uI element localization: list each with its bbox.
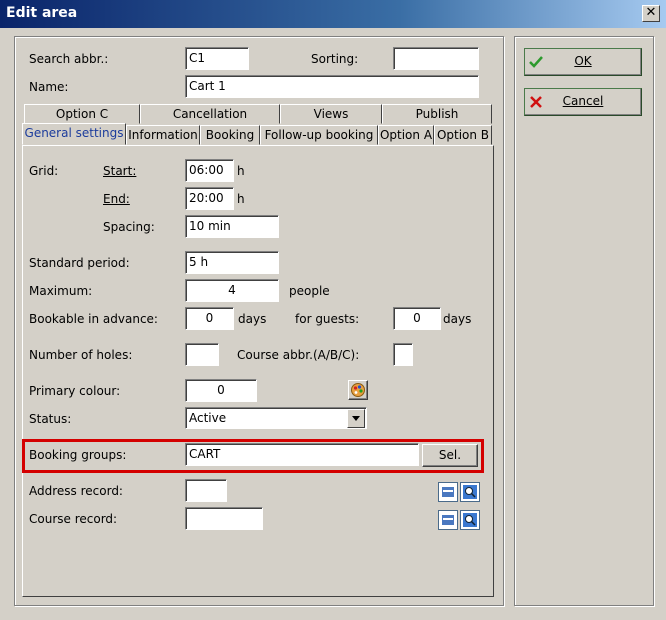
x-icon bbox=[530, 96, 542, 108]
guests-label: for guests: bbox=[295, 312, 360, 326]
address-search-button[interactable] bbox=[460, 482, 480, 502]
end-input[interactable]: 20:00 bbox=[185, 187, 234, 210]
tab-information[interactable]: Information bbox=[126, 125, 200, 145]
sorting-label: Sorting: bbox=[311, 52, 359, 66]
ok-button[interactable]: OK bbox=[524, 48, 642, 76]
standard-period-label: Standard period: bbox=[29, 256, 130, 270]
cancel-button[interactable]: Cancel bbox=[524, 88, 642, 116]
spacing-input[interactable]: 10 min bbox=[185, 215, 279, 238]
spacing-label: Spacing: bbox=[103, 220, 155, 234]
holes-input[interactable] bbox=[185, 343, 219, 366]
palette-icon bbox=[351, 383, 365, 397]
course-abbr-label: Course abbr.(A/B/C): bbox=[237, 348, 360, 362]
bookable-unit: days bbox=[238, 312, 267, 326]
address-record-input[interactable] bbox=[185, 479, 227, 502]
guests-input[interactable]: 0 bbox=[393, 307, 441, 330]
tab-publish[interactable]: Publish bbox=[382, 104, 492, 124]
holes-label: Number of holes: bbox=[29, 348, 133, 362]
close-button[interactable]: ✕ bbox=[642, 5, 660, 22]
address-edit-button[interactable] bbox=[438, 482, 458, 502]
course-record-input[interactable] bbox=[185, 507, 263, 530]
maximum-unit: people bbox=[289, 284, 330, 298]
status-select[interactable]: Active bbox=[185, 407, 367, 429]
sorting-input[interactable] bbox=[393, 47, 479, 70]
search-abbr-input[interactable]: C1 bbox=[185, 47, 249, 70]
search-icon bbox=[463, 513, 477, 527]
tab-cancellation[interactable]: Cancellation bbox=[140, 104, 280, 124]
bookable-label: Bookable in advance: bbox=[29, 312, 158, 326]
guests-unit: days bbox=[443, 312, 472, 326]
primary-colour-input[interactable]: 0 bbox=[185, 379, 257, 402]
tab-general-settings[interactable]: General settings bbox=[22, 123, 126, 145]
booking-groups-label: Booking groups: bbox=[29, 448, 127, 462]
standard-period-input[interactable]: 5 h bbox=[185, 251, 279, 274]
course-edit-button[interactable] bbox=[438, 510, 458, 530]
course-search-button[interactable] bbox=[460, 510, 480, 530]
actions-panel bbox=[514, 36, 654, 606]
course-abbr-input[interactable] bbox=[393, 343, 413, 366]
tab-views[interactable]: Views bbox=[280, 104, 382, 124]
colour-picker-button[interactable] bbox=[348, 380, 368, 400]
search-icon bbox=[463, 485, 477, 499]
tab-follow-up-booking[interactable]: Follow-up booking bbox=[260, 125, 378, 145]
primary-colour-label: Primary colour: bbox=[29, 384, 121, 398]
tab-option-b[interactable]: Option B bbox=[434, 125, 492, 145]
tab-booking[interactable]: Booking bbox=[200, 125, 260, 145]
search-abbr-label: Search abbr.: bbox=[29, 52, 109, 66]
chevron-down-icon bbox=[352, 416, 360, 421]
maximum-input[interactable]: 4 bbox=[185, 279, 279, 302]
address-record-label: Address record: bbox=[29, 484, 123, 498]
status-selected-value: Active bbox=[189, 411, 227, 425]
name-label: Name: bbox=[29, 80, 69, 94]
select-booking-groups-button[interactable]: Sel. bbox=[422, 444, 478, 467]
start-label: Start: bbox=[103, 164, 137, 178]
edit-record-icon bbox=[442, 515, 454, 525]
ok-label: OK bbox=[574, 54, 592, 68]
course-record-label: Course record: bbox=[29, 512, 118, 526]
start-unit: h bbox=[237, 164, 245, 178]
grid-label: Grid: bbox=[29, 164, 59, 178]
end-label: End: bbox=[103, 192, 130, 206]
status-dropdown-arrow[interactable] bbox=[347, 409, 365, 428]
name-input[interactable]: Cart 1 bbox=[185, 75, 479, 98]
status-label: Status: bbox=[29, 412, 72, 426]
booking-groups-input[interactable]: CART bbox=[185, 443, 419, 466]
maximum-label: Maximum: bbox=[29, 284, 93, 298]
bookable-input[interactable]: 0 bbox=[185, 307, 234, 330]
title-bar: Edit area ✕ bbox=[0, 0, 666, 28]
start-input[interactable]: 06:00 bbox=[185, 159, 234, 182]
end-unit: h bbox=[237, 192, 245, 206]
edit-record-icon bbox=[442, 487, 454, 497]
window-title: Edit area bbox=[6, 5, 78, 21]
cancel-label: Cancel bbox=[562, 94, 604, 108]
tab-option-a[interactable]: Option A bbox=[378, 125, 434, 145]
tab-option-c[interactable]: Option C bbox=[24, 104, 140, 124]
checkmark-icon bbox=[529, 56, 543, 68]
